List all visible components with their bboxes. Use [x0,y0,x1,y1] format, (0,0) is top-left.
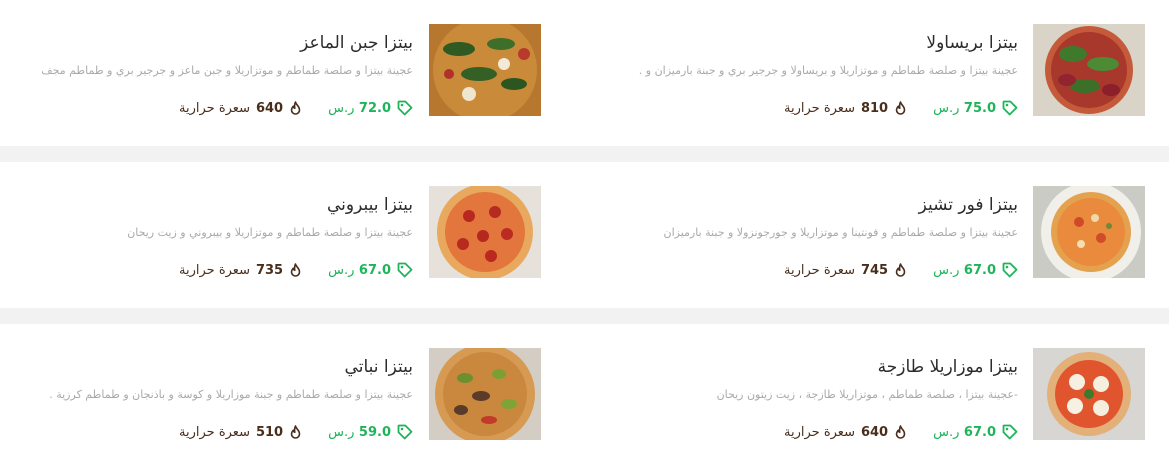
menu-item-card[interactable]: بيتزا بريساولا عجينة بيتزا و صلصة طماطم … [581,0,1169,146]
pizza-image [1033,348,1145,440]
item-price: 67.0 ر.س [328,262,391,278]
menu-item-card[interactable]: بيتزا نباتي عجينة بيتزا و صلصة طماطم و ج… [0,324,584,464]
item-calories: 510 [255,424,284,440]
flame-icon [895,425,906,439]
menu-item-card[interactable]: بيتزا جبن الماعز عجينة بيتزا و صلصة طماط… [0,0,584,146]
pizza-image [1033,186,1145,278]
item-calories: 640 [860,424,889,440]
item-meta: 59.0 ر.س 510 سعرة حرارية [179,424,413,440]
item-meta: 75.0 ر.س 810 سعرة حرارية [784,100,1018,116]
pizza-image [429,348,541,440]
item-title: بيتزا جبن الماعز [300,33,413,53]
item-calories: 745 [860,262,889,278]
item-meta: 67.0 ر.س 745 سعرة حرارية [784,262,1018,278]
pizza-image [1033,24,1145,116]
item-description: عجينة بيتزا و صلصة طماطم و جبنة موزاريلا… [49,388,413,401]
calorie-unit-label: سعرة حرارية [179,262,250,278]
flame-icon [290,263,301,277]
pizza-image [429,186,541,278]
item-meta: 72.0 ر.س 640 سعرة حرارية [179,100,413,116]
calorie-unit-label: سعرة حرارية [784,100,855,116]
item-description: عجينة بيتزا و صلصة طماطم و موتزاريلا و ج… [41,64,413,77]
item-title: بيتزا بريساولا [926,33,1018,53]
item-title: بيتزا نباتي [344,357,413,377]
item-description: عجينة بيتزا و صلصة طماطم و موتزاريلا و ب… [127,226,413,239]
item-calories: 735 [255,262,284,278]
flame-icon [895,263,906,277]
pizza-image [429,24,541,116]
calorie-unit-label: سعرة حرارية [179,424,250,440]
price-tag-icon [1002,424,1018,440]
item-price: 67.0 ر.س [933,424,996,440]
flame-icon [290,425,301,439]
price-tag-icon [397,262,413,278]
item-title: بيتزا فور تشيز [918,195,1018,215]
item-meta: 67.0 ر.س 640 سعرة حرارية [784,424,1018,440]
calorie-unit-label: سعرة حرارية [784,262,855,278]
menu-item-card[interactable]: بيتزا موزاريلا طازجة -عجينة بيتزا ، صلصة… [581,324,1169,464]
item-price: 67.0 ر.س [933,262,996,278]
item-calories: 640 [255,100,284,116]
item-meta: 67.0 ر.س 735 سعرة حرارية [179,262,413,278]
item-calories: 810 [860,100,889,116]
item-description: عجينة بيتزا و صلصة طماطم و موتزاريلا و ب… [638,64,1018,77]
price-tag-icon [1002,100,1018,116]
flame-icon [895,101,906,115]
menu-item-card[interactable]: بيتزا بيبروني عجينة بيتزا و صلصة طماطم و… [0,162,584,308]
item-description: -عجينة بيتزا ، صلصة طماطم ، موتزاريلا طا… [716,388,1018,401]
item-price: 75.0 ر.س [933,100,996,116]
calorie-unit-label: سعرة حرارية [179,100,250,116]
item-title: بيتزا موزاريلا طازجة [877,357,1018,377]
price-tag-icon [397,424,413,440]
price-tag-icon [397,100,413,116]
price-tag-icon [1002,262,1018,278]
menu-item-card[interactable]: بيتزا فور تشيز عجينة بيتزا و صلصة طماطم … [581,162,1169,308]
flame-icon [290,101,301,115]
item-description: عجينة بيتزا و صلصة طماطم و فونتينا و موت… [663,226,1018,239]
item-price: 59.0 ر.س [328,424,391,440]
calorie-unit-label: سعرة حرارية [784,424,855,440]
item-price: 72.0 ر.س [328,100,391,116]
item-title: بيتزا بيبروني [327,195,413,215]
